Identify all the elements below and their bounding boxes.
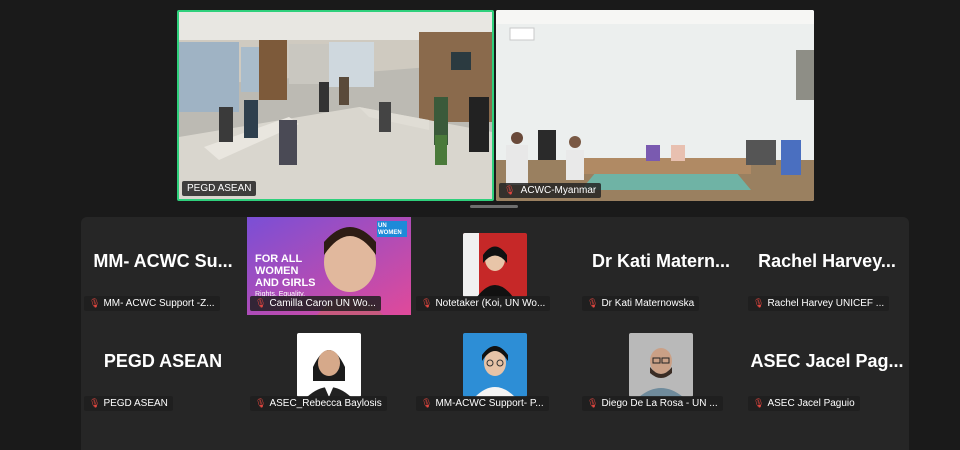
participant-label: 🎙 Diego De La Rosa - UN ... xyxy=(582,396,723,411)
avatar xyxy=(463,333,527,397)
participant-display-name: Rachel Harvey... xyxy=(758,251,896,271)
mic-muted-icon: 🎙 xyxy=(587,298,599,308)
video-label: 🎙 ACWC-Myanmar xyxy=(499,183,602,198)
avatar xyxy=(297,333,361,397)
participant-tile[interactable]: 🎙 Notetaker (Koi, UN Wo... xyxy=(413,217,577,315)
mic-muted-icon: 🎙 xyxy=(255,298,267,308)
banner-line: WOMEN xyxy=(255,265,299,277)
video-label: PEGD ASEAN xyxy=(182,181,257,196)
participant-label: 🎙 Rachel Harvey UNICEF ... xyxy=(748,296,890,311)
participant-label: 🎙 MM-ACWC Support- P... xyxy=(416,396,549,411)
resize-handle[interactable] xyxy=(470,205,518,208)
banner-text: FOR ALL WOMEN AND GIRLS Rights. Equality… xyxy=(255,253,316,301)
participant-tile[interactable]: Rachel Harvey... 🎙 Rachel Harvey UNICEF .… xyxy=(745,217,909,315)
participant-tile[interactable]: Dr Kati Matern... 🎙 Dr Kati Maternowska xyxy=(579,217,743,315)
participant-label-text: Diego De La Rosa - UN ... xyxy=(601,398,718,409)
participant-label: 🎙 ASEC_Rebecca Baylosis xyxy=(250,396,387,411)
video-label-text: ACWC-Myanmar xyxy=(520,185,597,196)
banner-line: FOR ALL xyxy=(255,253,303,265)
participant-label-text: Rachel Harvey UNICEF ... xyxy=(767,298,885,309)
participant-label: 🎙 ASEC Jacel Paguio xyxy=(748,396,860,411)
participant-label: 🎙 MM- ACWC Support -Z... xyxy=(84,296,220,311)
participant-label-text: ASEC Jacel Paguio xyxy=(767,398,855,409)
participant-label-text: Camilla Caron UN Wo... xyxy=(269,298,376,309)
mic-muted-icon: 🎙 xyxy=(753,398,765,408)
participant-label-text: Notetaker (Koi, UN Wo... xyxy=(435,298,546,309)
participant-tile[interactable]: ASEC Jacel Pag... 🎙 ASEC Jacel Paguio xyxy=(745,317,909,415)
participant-label-text: MM- ACWC Support -Z... xyxy=(103,298,215,309)
banner-line: AND GIRLS xyxy=(255,277,316,289)
mic-muted-icon: 🎙 xyxy=(89,298,101,308)
mic-muted-icon: 🎙 xyxy=(255,398,267,408)
participant-tile[interactable]: PEGD ASEAN 🎙 PEGD ASEAN xyxy=(81,317,245,415)
participant-display-name: PEGD ASEAN xyxy=(103,351,223,371)
participant-gallery: MM- ACWC Su... 🎙 MM- ACWC Support -Z... F… xyxy=(81,217,909,450)
mic-muted-icon: 🎙 xyxy=(421,298,433,308)
participant-tile[interactable]: 🎙 Diego De La Rosa - UN ... xyxy=(579,317,743,415)
participant-tile[interactable]: FOR ALL WOMEN AND GIRLS Rights. Equality… xyxy=(247,217,411,315)
participant-label-text: ASEC_Rebecca Baylosis xyxy=(269,398,382,409)
mic-muted-icon: 🎙 xyxy=(89,398,101,408)
participant-label: 🎙 PEGD ASEAN xyxy=(84,396,173,411)
rebecca-photo xyxy=(297,333,361,397)
video-label-text: PEGD ASEAN xyxy=(187,183,252,194)
participant-display-name: Dr Kati Matern... xyxy=(591,251,731,271)
video-tile-acwc-myanmar[interactable]: 🎙 ACWC-Myanmar xyxy=(496,10,814,201)
notetaker-photo xyxy=(463,233,527,297)
avatar xyxy=(629,333,693,397)
participant-label-text: MM-ACWC Support- P... xyxy=(435,398,544,409)
participant-display-name: MM- ACWC Su... xyxy=(93,251,233,271)
un-women-logo: UN WOMEN xyxy=(378,223,402,236)
participant-label: 🎙 Camilla Caron UN Wo... xyxy=(250,296,381,311)
mic-muted-icon: 🎙 xyxy=(753,298,765,308)
office-room-video xyxy=(179,12,492,199)
participant-label-text: Dr Kati Maternowska xyxy=(601,298,695,309)
diego-photo xyxy=(629,333,693,397)
conference-room-video xyxy=(496,10,814,201)
participant-label: 🎙 Dr Kati Maternowska xyxy=(582,296,700,311)
participant-tile[interactable]: MM- ACWC Su... 🎙 MM- ACWC Support -Z... xyxy=(81,217,245,315)
mic-muted-icon: 🎙 xyxy=(587,398,599,408)
participant-label: 🎙 Notetaker (Koi, UN Wo... xyxy=(416,296,551,311)
participant-tile[interactable]: 🎙 MM-ACWC Support- P... xyxy=(413,317,577,415)
avatar xyxy=(463,233,527,297)
mic-muted-icon: 🎙 xyxy=(421,398,433,408)
participant-display-name: ASEC Jacel Pag... xyxy=(750,351,904,371)
mm-acwc-support-photo xyxy=(463,333,527,397)
mic-muted-icon: 🎙 xyxy=(504,185,516,195)
participant-label-text: PEGD ASEAN xyxy=(103,398,168,409)
participant-tile[interactable]: 🎙 ASEC_Rebecca Baylosis xyxy=(247,317,411,415)
video-tile-pegd-asean[interactable]: PEGD ASEAN xyxy=(177,10,494,201)
